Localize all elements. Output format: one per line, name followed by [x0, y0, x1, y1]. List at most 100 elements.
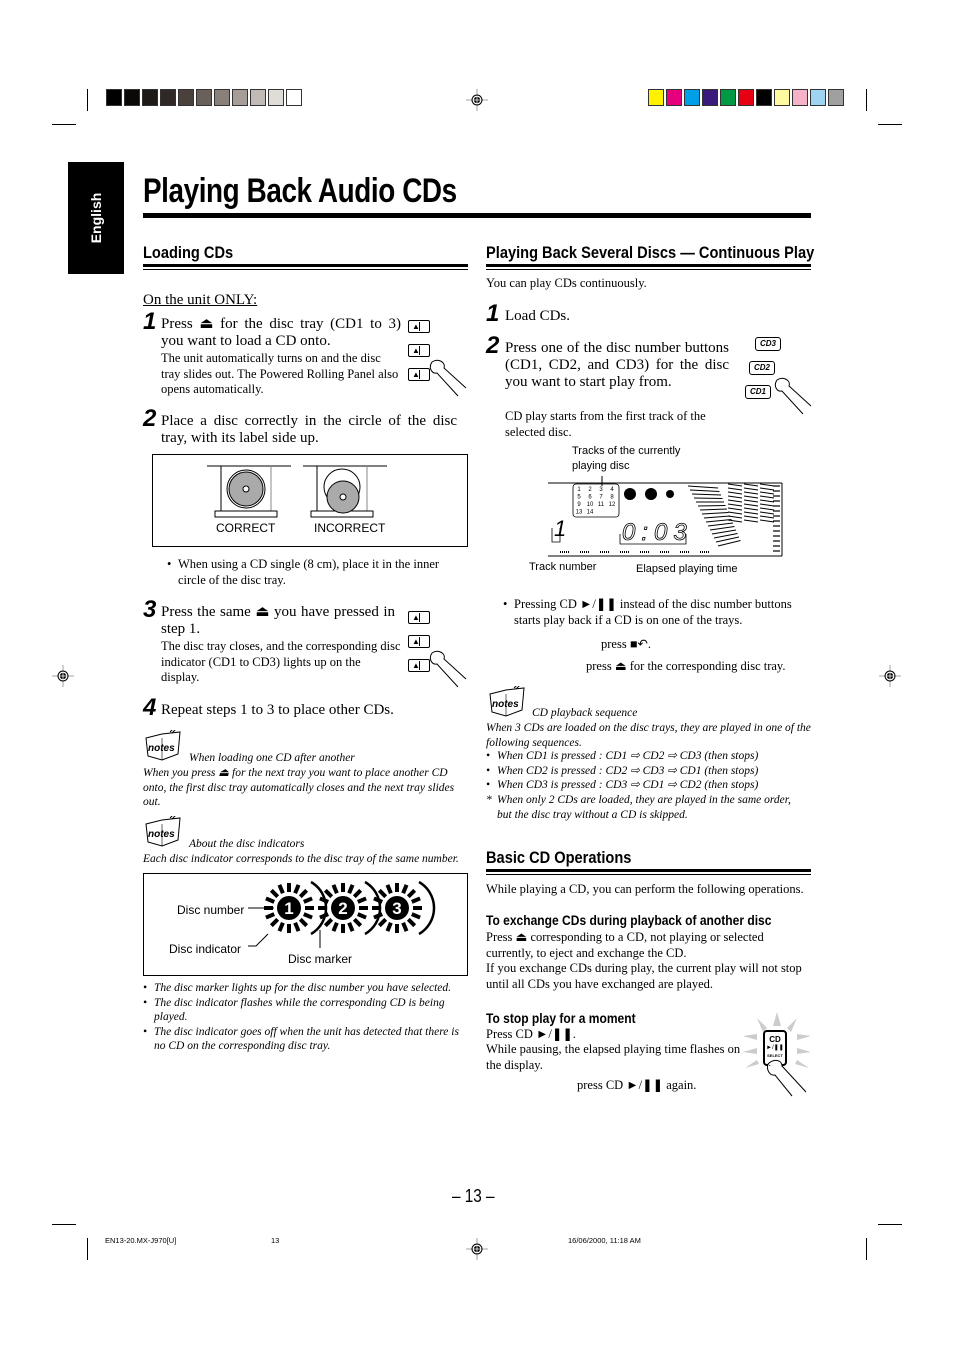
step-4-text: Repeat steps 1 to 3 to place other CDs.: [161, 702, 394, 718]
eject-button-cd3[interactable]: ▲: [408, 368, 430, 381]
color-swatch: [648, 89, 664, 106]
section-heading-basic: Basic CD Operations: [486, 848, 632, 867]
track-cell: 14: [587, 510, 594, 516]
level-meter-bar: [727, 491, 743, 495]
pause-text-2: While pausing, the elapsed playing time …: [486, 1042, 741, 1072]
section-rule: [143, 264, 468, 267]
level-meter-bar: [743, 483, 759, 487]
finger-press-icon: [767, 1059, 807, 1097]
indicator-segment: [401, 922, 409, 932]
indicator-segment: [293, 884, 301, 894]
notes-icon: notes: [489, 686, 525, 717]
eject-button-cd2[interactable]: ▲: [408, 635, 430, 648]
cd1-button[interactable]: CD1: [745, 385, 771, 399]
crop-mark: [878, 124, 902, 125]
eject-button-cd1[interactable]: ▲: [408, 320, 430, 333]
indicator-segment: [411, 896, 421, 904]
pause-text-1: Press CD ►/❚❚.: [486, 1027, 576, 1041]
incorrect-label: INCORRECT: [314, 521, 386, 535]
incorrect-disc-illustration: [303, 465, 387, 518]
indicator-segment: [373, 896, 383, 904]
crop-mark: [866, 89, 867, 111]
level-meter-bar: [693, 497, 723, 499]
gray-swatch: [142, 89, 158, 106]
eject-button-cd1[interactable]: ▲: [408, 611, 430, 624]
title-rule: [143, 213, 811, 218]
disc-indicator-1: [624, 488, 636, 500]
track-cell: 4: [610, 487, 614, 493]
continuous-intro: You can play CDs continuously.: [486, 276, 647, 290]
indicator-segment: [347, 922, 355, 932]
correct-disc-illustration: [207, 465, 291, 518]
level-meter-bar: [743, 491, 759, 495]
bullet-item: When using a CD single (8 cm), place it …: [167, 557, 457, 588]
playback-sequence-list: When CD1 is pressed : CD1 ⇨ CD2 ⇨ CD3 (t…: [486, 749, 811, 793]
section-rule: [486, 869, 811, 872]
disc-indicator-2: [645, 488, 657, 500]
level-meter-bar: [727, 515, 743, 519]
stop-instruction: press ■↶.: [601, 637, 651, 651]
step-number: 2: [486, 332, 500, 359]
color-swatch: [756, 89, 772, 106]
finger-press-icon: [774, 377, 812, 415]
registration-mark-icon: [466, 89, 488, 111]
color-swatch: [774, 89, 790, 106]
indicator-segment: [298, 888, 309, 899]
gray-swatch: [124, 89, 140, 106]
gray-swatch: [286, 89, 302, 106]
indicator-segment: [352, 917, 363, 928]
svg-text:notes: notes: [148, 829, 175, 840]
color-swatch: [720, 89, 736, 106]
level-meter-bar: [713, 533, 738, 539]
track-cell: 13: [576, 510, 583, 516]
cd3-button[interactable]: CD3: [755, 337, 781, 351]
footer-sheet: 13: [271, 1236, 280, 1245]
elapsed-time-digits: 0:03: [622, 519, 693, 546]
level-meter-bar: [701, 512, 729, 515]
level-meter-bar: [759, 515, 775, 519]
step-1-text: Press ⏏ for the disc tray (CD1 to 3) you…: [161, 316, 401, 349]
gray-swatch: [232, 89, 248, 106]
unit-only-label: On the unit ONLY:: [143, 292, 258, 308]
level-meter-bar: [759, 519, 775, 523]
section-heading-continuous: Playing Back Several Discs — Continuous …: [486, 243, 815, 262]
crop-mark: [878, 1224, 902, 1225]
indicator-segment: [401, 884, 409, 894]
level-meter-bar: [697, 505, 726, 507]
crop-mark: [52, 1224, 76, 1225]
level-meter-bar: [689, 489, 720, 492]
indicator-segment: [269, 917, 280, 928]
track-cell: 11: [598, 502, 605, 508]
disc-number-3: 3: [392, 899, 401, 918]
indicator-segment: [269, 888, 280, 899]
cd2-button[interactable]: CD2: [749, 361, 775, 375]
level-meter-bar: [759, 483, 775, 487]
level-meter-bar: [709, 526, 735, 531]
eject-button-cd3[interactable]: ▲: [408, 659, 430, 672]
bullet-item: Pressing CD ►/❚❚ instead of the disc num…: [503, 597, 803, 628]
level-meter-bar: [759, 507, 775, 511]
level-meter-bar: [727, 507, 743, 511]
indicator-segment: [277, 922, 285, 932]
color-swatch: [702, 89, 718, 106]
exchange-heading: To exchange CDs during playback of anoth…: [486, 912, 772, 928]
cd-single-note: When using a CD single (8 cm), place it …: [167, 557, 457, 588]
bullet-item: The disc marker lights up for the disc n…: [143, 981, 468, 996]
indicator-segment: [406, 917, 417, 928]
level-meter-bar: [759, 487, 775, 491]
color-swatch: [810, 89, 826, 106]
indicator-segment: [298, 917, 309, 928]
gray-swatch: [268, 89, 284, 106]
disc-indicator-3: [666, 490, 674, 498]
level-meter-bar: [743, 487, 759, 491]
step-2-detail: CD play starts from the first track of t…: [505, 409, 706, 439]
correct-label: CORRECT: [216, 521, 276, 535]
play-button-note: Pressing CD ►/❚❚ instead of the disc num…: [503, 597, 803, 628]
eject-button-cd2[interactable]: ▲: [408, 344, 430, 357]
indicator-segment: [373, 912, 383, 920]
step-1-detail: The unit automatically turns on and the …: [161, 351, 399, 396]
exchange-text-1: Press ⏏ corresponding to a CD, not playi…: [486, 930, 764, 960]
level-meter-bar: [727, 483, 743, 487]
finger-press-icon: [429, 650, 467, 688]
step-2-text: Place a disc correctly in the circle of …: [161, 413, 457, 446]
